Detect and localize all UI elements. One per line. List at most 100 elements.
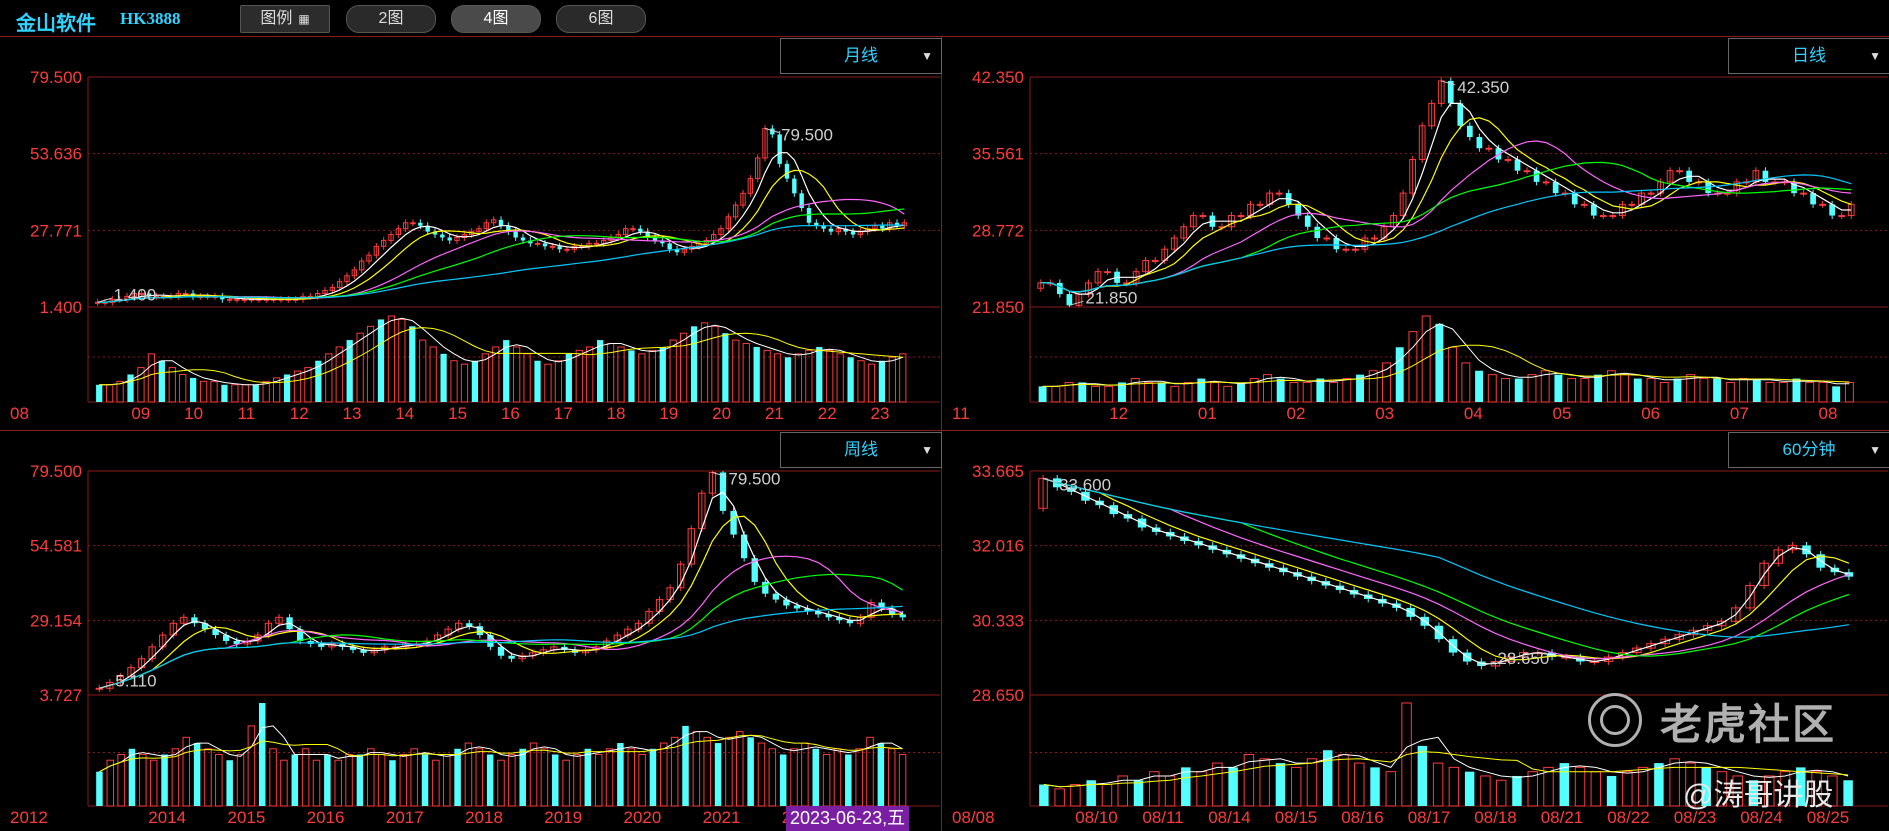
author-signature: @涛哥讲股 — [1683, 779, 1834, 812]
candle-body — [806, 208, 812, 223]
ma-line — [1040, 161, 1852, 293]
volume-bar — [226, 760, 233, 806]
volume-bar — [790, 748, 798, 807]
volume-bar — [419, 339, 427, 403]
volume-bar — [1699, 378, 1709, 403]
candle-body — [1466, 125, 1473, 138]
volume-bar — [1338, 754, 1349, 807]
candle-body — [762, 581, 769, 594]
volume-bar — [899, 353, 907, 403]
volume-bar — [700, 322, 709, 403]
y-tick-label: 42.350 — [972, 68, 1024, 87]
volume-bar — [552, 754, 559, 806]
chart-panel-daily[interactable]: 日线 ▼ 42.350 35.561 28.772 21.850 11 12 01 02 03 04… — [942, 37, 1889, 430]
candle-body — [234, 298, 240, 301]
volume-bar — [617, 346, 625, 403]
chart-panel-monthly[interactable]: 月线 ▼ 79.500 53.636 27.771 1.400 08 09 10 11 12 13 1… — [0, 37, 942, 430]
candle-body — [564, 248, 570, 251]
volume-bar — [301, 748, 310, 807]
volume-bar — [763, 349, 771, 403]
volume-bar — [1039, 784, 1049, 806]
candle-body — [95, 687, 103, 690]
low-price-label: 1.400 — [114, 285, 157, 304]
stock-name: 金山软件 — [16, 13, 96, 35]
volume-bar — [1574, 766, 1586, 807]
x-tick-label: 2012 — [10, 808, 48, 827]
volume-bar — [888, 356, 896, 403]
candle-body — [880, 225, 885, 229]
candle-body — [638, 228, 643, 232]
cursor-date-label: 2023-06-23,五 — [786, 806, 910, 831]
candle-body — [440, 234, 445, 238]
y-tick-label: 29.154 — [30, 611, 82, 630]
volume-bar — [106, 384, 114, 403]
volume-bar — [1461, 362, 1471, 403]
volume-bar — [377, 319, 385, 402]
volume-bar — [1421, 315, 1431, 403]
x-tick-label: 11 — [952, 404, 970, 423]
volume-bar — [1622, 771, 1633, 807]
volume-bar — [161, 754, 168, 806]
legend-label: 图例 — [260, 10, 293, 27]
x-tick-label: 13 — [343, 404, 362, 423]
x-tick-label: 08 — [1819, 404, 1838, 423]
volume-bar — [190, 377, 197, 402]
volume-bar — [377, 754, 386, 807]
volume-bar — [1435, 323, 1444, 402]
candle-body — [1104, 271, 1111, 274]
volume-bar — [682, 725, 689, 806]
volume-bar — [221, 384, 228, 402]
volume-bar — [215, 754, 223, 807]
volume-bar — [519, 748, 526, 806]
candle-body — [850, 231, 856, 235]
y-tick-label: 32.016 — [972, 537, 1024, 556]
volume-bar — [1527, 771, 1538, 807]
volume-bar — [805, 349, 813, 403]
layout-2-button[interactable]: 2图 — [346, 5, 436, 33]
volume-bar — [779, 754, 787, 806]
y-tick-label: 1.400 — [39, 298, 82, 317]
volume-bar — [736, 731, 744, 807]
volume-bar — [1739, 378, 1749, 403]
volume-bar — [690, 326, 698, 402]
layout-4-button[interactable]: 4图 — [451, 5, 541, 33]
volume-bar — [1223, 385, 1233, 403]
x-tick-label: 16 — [501, 404, 520, 423]
layout-6-button[interactable]: 6图 — [556, 5, 646, 33]
volume-bar — [544, 363, 552, 403]
volume-bar — [627, 748, 635, 807]
x-tick-label: 15 — [448, 404, 467, 423]
volume-bar — [1078, 382, 1087, 402]
x-tick-label: 03 — [1375, 404, 1394, 423]
candle-body — [557, 246, 562, 250]
volume-bar — [147, 353, 156, 403]
volume-bar — [440, 353, 447, 402]
ma-line — [1042, 477, 1850, 661]
volume-bar — [1713, 378, 1722, 402]
volume-bar — [638, 754, 646, 807]
volume-bar — [573, 754, 581, 807]
legend-button[interactable]: 图例 ▦ — [240, 5, 330, 33]
volume-bar — [669, 339, 677, 403]
volume-bar — [597, 340, 604, 402]
volume-bar — [210, 380, 218, 403]
volume-bar — [523, 353, 531, 403]
volume-bar — [1448, 766, 1460, 807]
volume-bar — [833, 748, 842, 807]
ma-line — [97, 169, 905, 303]
volume-bar — [1133, 780, 1144, 806]
volume-bar — [562, 759, 570, 807]
volume-bar — [1181, 767, 1191, 806]
volume-bar — [649, 748, 657, 806]
x-tick-label: 23 — [871, 404, 890, 423]
volume-bar — [1183, 381, 1193, 403]
volume-bar — [1302, 381, 1312, 403]
chart-panel-weekly[interactable]: 周线 ▼ 79.500 54.581 29.154 3.727 2012 2014 2015 2… — [0, 431, 942, 831]
candle-body — [1256, 203, 1264, 206]
y-tick-label: 54.581 — [30, 537, 82, 556]
candle-body — [1628, 203, 1636, 206]
candle-body — [1523, 170, 1531, 173]
y-tick-label: 35.561 — [972, 145, 1024, 164]
volume-bar — [304, 367, 312, 403]
volume-bar — [628, 350, 635, 402]
